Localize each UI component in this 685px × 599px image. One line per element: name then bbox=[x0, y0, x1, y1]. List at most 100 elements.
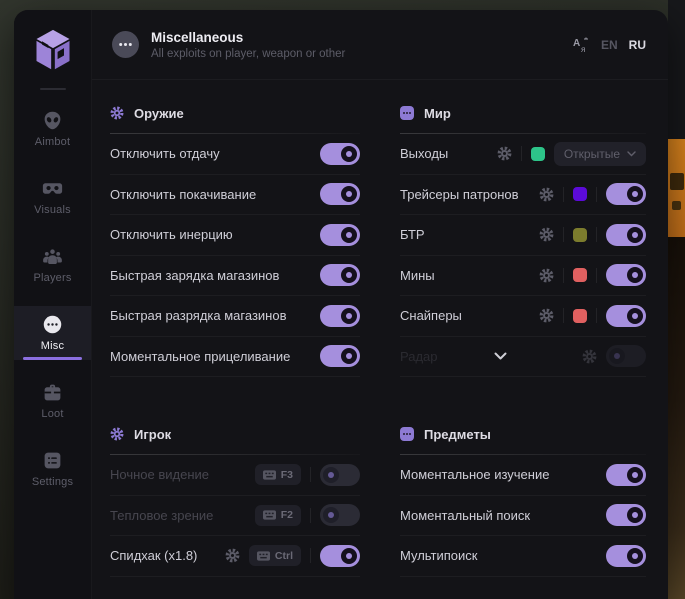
svg-text:A: A bbox=[573, 38, 580, 49]
divider bbox=[596, 227, 597, 242]
toggle-knob bbox=[341, 267, 357, 283]
keybind-badge[interactable]: Ctrl bbox=[249, 545, 301, 566]
gear-icon[interactable] bbox=[539, 187, 554, 202]
color-swatch[interactable] bbox=[573, 187, 587, 201]
chevron-down-icon bbox=[627, 151, 636, 157]
setting-row-instant-ads: Моментальное прицеливание bbox=[110, 337, 360, 378]
toggle-knob bbox=[323, 507, 339, 523]
keybind-label: F3 bbox=[281, 469, 293, 481]
setting-row-multiloot: Мультипоиск bbox=[400, 536, 646, 577]
setting-label: БТР bbox=[400, 227, 425, 242]
toggle-speedhack[interactable] bbox=[320, 545, 360, 567]
sidebar-item-players[interactable]: Players bbox=[14, 238, 91, 292]
sidebar-item-visuals[interactable]: Visuals bbox=[14, 170, 91, 224]
setting-label: Отключить отдачу bbox=[110, 146, 220, 161]
keybind-label: Ctrl bbox=[275, 550, 293, 562]
gear-icon[interactable] bbox=[225, 548, 240, 563]
setting-label: Радар bbox=[400, 349, 438, 364]
language-option-ru[interactable]: RU bbox=[629, 38, 646, 52]
dots-square-icon bbox=[400, 427, 414, 441]
color-swatch[interactable] bbox=[573, 228, 587, 242]
toggle-knob bbox=[627, 308, 643, 324]
keyboard-icon bbox=[263, 510, 276, 520]
gear-icon[interactable] bbox=[497, 146, 512, 161]
section-header: Игрок bbox=[110, 401, 360, 443]
toggle-instant-ads[interactable] bbox=[320, 345, 360, 367]
setting-row-exits: Выходы Открытые bbox=[400, 134, 646, 175]
toggle-radar[interactable] bbox=[606, 345, 646, 367]
sidebar-nav: Aimbot Visuals bbox=[14, 102, 91, 496]
toggle-snipers[interactable] bbox=[606, 305, 646, 327]
translate-icon[interactable]: A я bbox=[572, 36, 590, 54]
setting-label: Ночное видение bbox=[110, 467, 209, 482]
setting-label: Отключить инерцию bbox=[110, 227, 233, 242]
toggle-knob bbox=[341, 548, 357, 564]
gear-icon[interactable] bbox=[582, 349, 597, 364]
divider bbox=[310, 508, 311, 523]
toggle-no-sway[interactable] bbox=[320, 183, 360, 205]
section-header: Предметы bbox=[400, 401, 646, 443]
language-option-en[interactable]: EN bbox=[601, 38, 618, 52]
toggle-btr[interactable] bbox=[606, 224, 646, 246]
divider bbox=[563, 227, 564, 242]
gear-icon[interactable] bbox=[539, 308, 554, 323]
dots-square-icon bbox=[400, 106, 414, 120]
setting-row-snipers: Снайперы bbox=[400, 296, 646, 337]
section-player: Игрок Ночное видение F3 bbox=[110, 401, 360, 577]
color-swatch[interactable] bbox=[531, 147, 545, 161]
toggle-night-vision[interactable] bbox=[320, 464, 360, 486]
keybind-badge[interactable]: F3 bbox=[255, 464, 301, 485]
list-icon bbox=[42, 450, 63, 471]
toggle-no-recoil[interactable] bbox=[320, 143, 360, 165]
section-items: Предметы Моментальное изучение Моменталь… bbox=[400, 401, 646, 577]
toggle-multiloot[interactable] bbox=[606, 545, 646, 567]
setting-label: Выходы bbox=[400, 146, 448, 161]
page-title: Miscellaneous bbox=[151, 30, 345, 45]
exits-dropdown[interactable]: Открытые bbox=[554, 142, 646, 166]
toggle-knob bbox=[627, 467, 643, 483]
chevron-down-icon[interactable] bbox=[494, 352, 507, 360]
color-swatch[interactable] bbox=[573, 309, 587, 323]
alien-icon bbox=[42, 110, 63, 131]
keyboard-icon bbox=[263, 470, 276, 480]
setting-row-radar: Радар bbox=[400, 337, 646, 378]
gear-icon[interactable] bbox=[539, 227, 554, 242]
toggle-instant-research[interactable] bbox=[606, 464, 646, 486]
toggle-no-inertia[interactable] bbox=[320, 224, 360, 246]
divider bbox=[563, 268, 564, 283]
sidebar-item-misc[interactable]: Misc bbox=[14, 306, 91, 360]
toggle-instant-loot[interactable] bbox=[606, 504, 646, 526]
keyboard-icon bbox=[257, 551, 270, 561]
setting-row-instant-research: Моментальное изучение bbox=[400, 455, 646, 496]
toggle-thermal-vision[interactable] bbox=[320, 504, 360, 526]
setting-label: Быстрая зарядка магазинов bbox=[110, 268, 279, 283]
right-column: Мир Выходы bbox=[400, 80, 646, 599]
sidebar-item-settings[interactable]: Settings bbox=[14, 442, 91, 496]
setting-row-instant-loot: Моментальный поиск bbox=[400, 496, 646, 537]
section-header: Мир bbox=[400, 80, 646, 122]
sidebar-item-label: Settings bbox=[32, 476, 73, 488]
toggle-fast-unload[interactable] bbox=[320, 305, 360, 327]
section-header: Оружие bbox=[110, 80, 360, 122]
background-text-fragment bbox=[670, 173, 684, 190]
divider bbox=[596, 308, 597, 323]
toggle-knob bbox=[627, 507, 643, 523]
gear-icon[interactable] bbox=[539, 268, 554, 283]
vr-goggles-icon bbox=[42, 178, 63, 199]
sidebar-item-aimbot[interactable]: Aimbot bbox=[14, 102, 91, 156]
toggle-knob bbox=[627, 227, 643, 243]
color-swatch[interactable] bbox=[573, 268, 587, 282]
main-area: Miscellaneous All exploits on player, we… bbox=[92, 10, 668, 599]
setting-label: Спидхак (x1.8) bbox=[110, 548, 197, 563]
toggle-fast-reload[interactable] bbox=[320, 264, 360, 286]
page-subtitle: All exploits on player, weapon or other bbox=[151, 48, 345, 60]
toggle-knob bbox=[627, 186, 643, 202]
left-column: Оружие Отключить отдачу Отключить покачи… bbox=[110, 80, 360, 599]
sidebar-item-loot[interactable]: Loot bbox=[14, 374, 91, 428]
toggle-tracers[interactable] bbox=[606, 183, 646, 205]
keybind-label: F2 bbox=[281, 509, 293, 521]
keybind-badge[interactable]: F2 bbox=[255, 505, 301, 526]
divider bbox=[310, 548, 311, 563]
toggle-mines[interactable] bbox=[606, 264, 646, 286]
sidebar-divider bbox=[40, 88, 66, 90]
